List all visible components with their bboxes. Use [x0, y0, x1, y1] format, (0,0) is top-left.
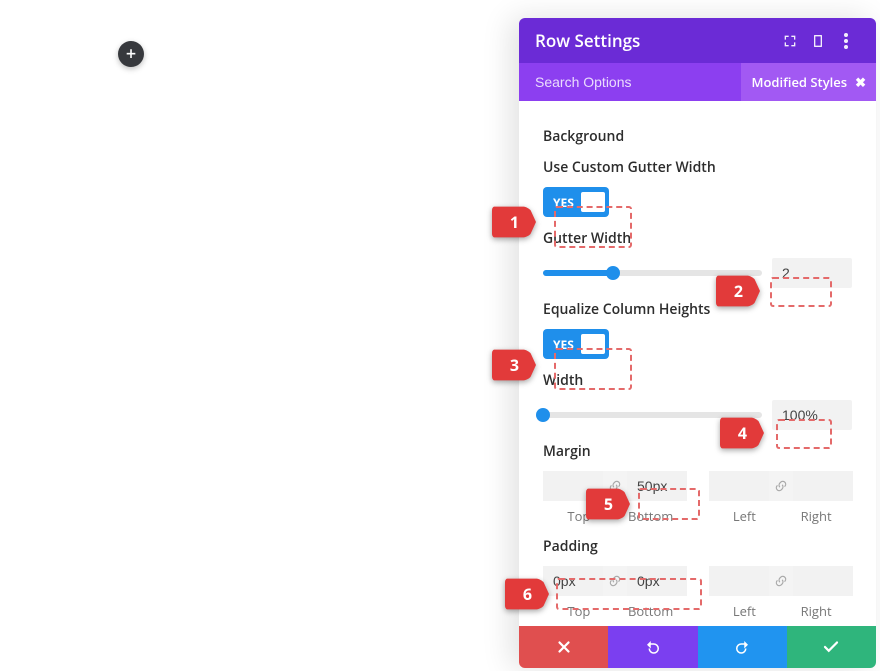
toggle-custom-gutter[interactable]: YES: [543, 187, 609, 217]
slider-width: [543, 400, 852, 430]
slider-track[interactable]: [543, 412, 762, 418]
more-menu-icon[interactable]: [832, 33, 860, 49]
label-top: Top: [543, 602, 615, 620]
input-padding-bottom[interactable]: [627, 566, 687, 596]
padding-labels: Top Bottom Left Right: [543, 602, 852, 620]
label-right: Right: [780, 602, 852, 620]
label-equalize: Equalize Column Heights: [543, 300, 852, 319]
margin-labels: Top Bottom Left Right: [543, 507, 852, 525]
link-icon[interactable]: [769, 574, 793, 588]
filter-chip-close-icon[interactable]: ✖: [855, 73, 866, 91]
toggle-equalize-label: YES: [553, 336, 574, 353]
toggle-knob: [581, 192, 605, 212]
device-preview-icon[interactable]: [804, 33, 832, 49]
slider-track[interactable]: [543, 270, 762, 276]
slider-fill: [543, 270, 613, 276]
label-padding: Padding: [543, 537, 852, 556]
undo-icon: [644, 638, 662, 656]
label-top: Top: [543, 507, 615, 525]
input-margin-bottom[interactable]: [627, 471, 687, 501]
input-gutter-width[interactable]: [772, 258, 852, 288]
panel-title: Row Settings: [535, 29, 776, 52]
label-bottom: Bottom: [615, 602, 687, 620]
margin-top-bottom-pair: [543, 471, 687, 501]
filter-chip-label: Modified Styles: [751, 73, 847, 91]
redo-button[interactable]: [698, 626, 787, 668]
link-icon[interactable]: [603, 574, 627, 588]
plus-icon: +: [126, 45, 136, 63]
expand-icon[interactable]: [776, 33, 804, 49]
label-margin: Margin: [543, 442, 852, 461]
padding-left-right-pair: [709, 566, 853, 596]
input-margin-right[interactable]: [793, 471, 853, 501]
slider-thumb[interactable]: [606, 266, 620, 280]
toggle-custom-gutter-label: YES: [553, 194, 574, 211]
slider-gutter-width: [543, 258, 852, 288]
link-icon[interactable]: [603, 479, 627, 493]
undo-button[interactable]: [608, 626, 697, 668]
slider-thumb[interactable]: [536, 408, 550, 422]
input-margin-left[interactable]: [709, 471, 769, 501]
label-left: Left: [709, 507, 781, 525]
label-right: Right: [780, 507, 852, 525]
save-button[interactable]: [787, 626, 876, 668]
link-icon[interactable]: [769, 479, 793, 493]
toggle-equalize[interactable]: YES: [543, 329, 609, 359]
input-padding-right[interactable]: [793, 566, 853, 596]
label-width: Width: [543, 371, 852, 390]
padding-top-bottom-pair: [543, 566, 687, 596]
redo-icon: [733, 638, 751, 656]
label-gutter-width: Gutter Width: [543, 229, 852, 248]
search-row: Modified Styles ✖: [519, 63, 876, 101]
panel-body: Background Use Custom Gutter Width YES G…: [519, 101, 876, 626]
margin-left-right-pair: [709, 471, 853, 501]
input-padding-left[interactable]: [709, 566, 769, 596]
padding-inputs: [543, 566, 852, 596]
panel-header[interactable]: Row Settings: [519, 18, 876, 63]
label-custom-gutter: Use Custom Gutter Width: [543, 158, 852, 177]
action-bar: [519, 626, 876, 668]
check-icon: [822, 638, 840, 656]
label-bottom: Bottom: [615, 507, 687, 525]
search-input[interactable]: [535, 74, 741, 90]
input-padding-top[interactable]: [543, 566, 603, 596]
cancel-button[interactable]: [519, 626, 608, 668]
add-module-button[interactable]: +: [118, 41, 144, 67]
label-left: Left: [709, 602, 781, 620]
filter-chip-modified-styles[interactable]: Modified Styles ✖: [741, 63, 876, 101]
close-icon: [555, 638, 573, 656]
input-width[interactable]: [772, 400, 852, 430]
toggle-knob: [581, 334, 605, 354]
label-background: Background: [543, 127, 852, 146]
input-margin-top[interactable]: [543, 471, 603, 501]
margin-inputs: [543, 471, 852, 501]
row-settings-panel: Row Settings Modified Styles ✖ Backgroun…: [519, 18, 876, 668]
